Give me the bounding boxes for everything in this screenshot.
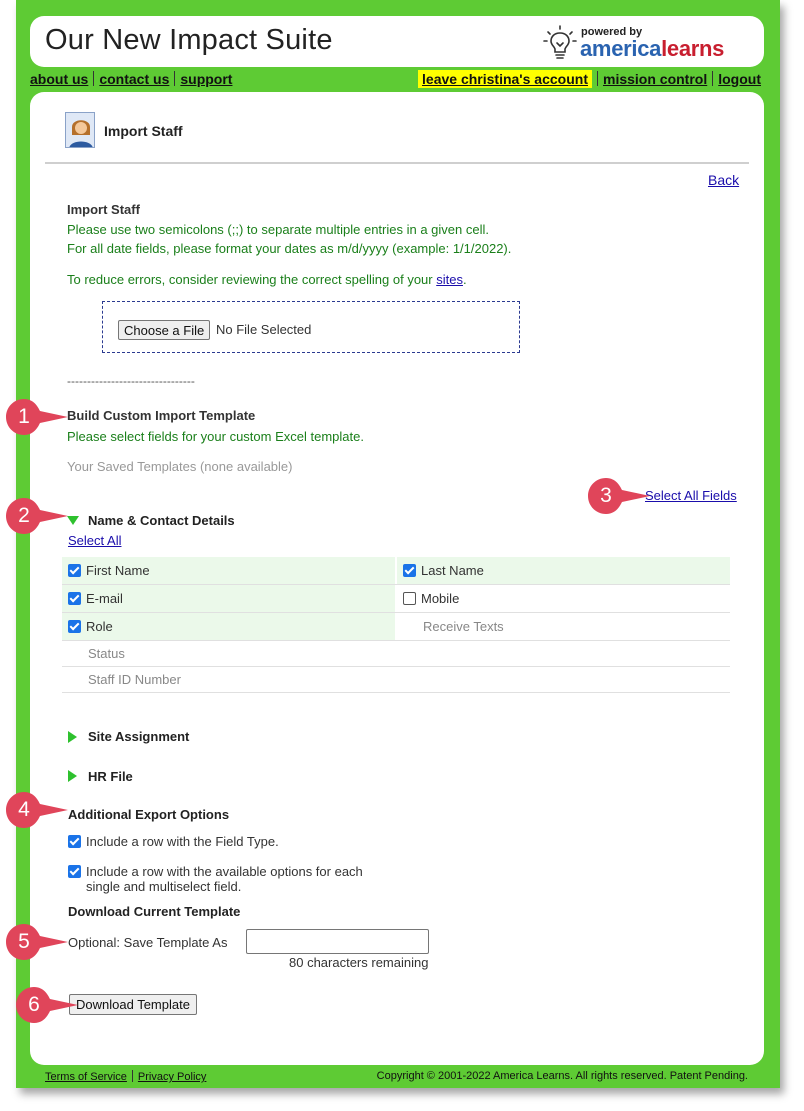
checkbox-unchecked[interactable] — [403, 592, 416, 605]
saved-templates-text: Your Saved Templates (none available) — [67, 459, 293, 474]
export-option-available-options-cont: single and multiselect field. — [86, 879, 242, 894]
callout-marker-1: 1 — [4, 397, 76, 437]
collapsed-triangle-icon[interactable] — [68, 731, 77, 743]
leave-account-link[interactable]: leave christina's account — [422, 71, 588, 87]
footer-links: Terms of Service Privacy Policy — [45, 1070, 206, 1083]
import-instruction-1: Please use two semicolons (;;) to separa… — [67, 222, 489, 237]
checkbox-checked[interactable] — [403, 564, 416, 577]
copyright-text: Copyright © 2001-2022 America Learns. Al… — [376, 1070, 748, 1082]
hr-file-section-title[interactable]: HR File — [88, 769, 133, 784]
divider — [45, 162, 749, 164]
site-assignment-section-title[interactable]: Site Assignment — [88, 729, 189, 744]
americalearns-logo: powered by americalearns — [542, 24, 732, 64]
page-title: Import Staff — [104, 123, 183, 139]
table-row: Role Receive Texts — [62, 613, 730, 641]
privacy-link[interactable]: Privacy Policy — [138, 1071, 206, 1083]
name-contact-section-title[interactable]: Name & Contact Details — [88, 513, 235, 528]
download-template-title: Download Current Template — [68, 904, 241, 919]
app-header: Our New Impact Suite powered by americal… — [30, 16, 764, 67]
characters-remaining: 80 characters remaining — [289, 955, 429, 970]
contact-us-link[interactable]: contact us — [99, 71, 169, 87]
file-drop-zone[interactable]: Choose a File No File Selected — [102, 301, 520, 353]
about-us-link[interactable]: about us — [30, 71, 88, 87]
top-nav-right: leave christina's account mission control… — [418, 70, 761, 88]
sites-link[interactable]: sites — [436, 272, 463, 287]
export-options-title: Additional Export Options — [68, 807, 230, 822]
custom-template-subtitle: Please select fields for your custom Exc… — [67, 429, 364, 444]
save-template-label: Optional: Save Template As — [68, 935, 228, 950]
table-row: E-mail Mobile — [62, 585, 730, 613]
section-divider-text: -------------------------------- — [67, 374, 195, 388]
select-all-fields-link[interactable]: Select All Fields — [645, 488, 737, 503]
table-row: First Name Last Name — [62, 557, 730, 585]
callout-marker-6: 6 — [14, 985, 86, 1025]
checkbox-checked[interactable] — [68, 620, 81, 633]
field-mobile[interactable]: Mobile — [397, 585, 730, 612]
file-status: No File Selected — [216, 322, 312, 337]
field-last-name[interactable]: Last Name — [397, 557, 730, 584]
custom-template-title: Build Custom Import Template — [67, 408, 256, 423]
callout-marker-4: 4 — [4, 790, 76, 830]
table-row: Staff ID Number — [62, 667, 730, 693]
checkbox-checked[interactable] — [68, 865, 81, 878]
import-instruction-2: For all date fields, please format your … — [67, 241, 512, 256]
field-receive-texts: Receive Texts — [423, 619, 504, 634]
field-first-name[interactable]: First Name — [62, 557, 395, 584]
staff-avatar-icon — [65, 112, 95, 148]
export-option-available-options[interactable]: Include a row with the available options… — [68, 864, 363, 879]
collapsed-triangle-icon[interactable] — [68, 770, 77, 782]
choose-file-button[interactable]: Choose a File — [118, 320, 211, 340]
export-option-field-type[interactable]: Include a row with the Field Type. — [68, 834, 279, 849]
lightbulb-icon — [543, 25, 577, 59]
main-panel: Import Staff Back Import Staff Please us… — [30, 92, 764, 1065]
top-nav-left: about us contact us support — [30, 71, 232, 87]
app-title: Our New Impact Suite — [45, 24, 333, 56]
field-email[interactable]: E-mail — [62, 585, 395, 612]
logout-link[interactable]: logout — [718, 71, 761, 87]
callout-marker-2: 2 — [4, 496, 76, 536]
mission-control-link[interactable]: mission control — [603, 71, 707, 87]
callout-marker-3: 3 — [586, 476, 658, 516]
back-link[interactable]: Back — [708, 172, 739, 188]
import-title: Import Staff — [67, 202, 140, 217]
save-template-input[interactable] — [246, 929, 429, 954]
support-link[interactable]: support — [180, 71, 232, 87]
checkbox-checked[interactable] — [68, 592, 81, 605]
checkbox-checked[interactable] — [68, 835, 81, 848]
checkbox-checked[interactable] — [68, 564, 81, 577]
terms-link[interactable]: Terms of Service — [45, 1071, 127, 1083]
table-row: Status — [62, 641, 730, 667]
callout-marker-5: 5 — [4, 922, 76, 962]
field-role[interactable]: Role — [62, 613, 395, 640]
field-status: Status — [88, 646, 125, 661]
select-all-link[interactable]: Select All — [68, 533, 121, 548]
download-template-button[interactable]: Download Template — [69, 994, 197, 1015]
fields-table: First Name Last Name E-mail Mobile Role … — [62, 557, 730, 693]
field-staff-id: Staff ID Number — [88, 672, 181, 687]
reduce-errors-text: To reduce errors, consider reviewing the… — [67, 272, 467, 287]
